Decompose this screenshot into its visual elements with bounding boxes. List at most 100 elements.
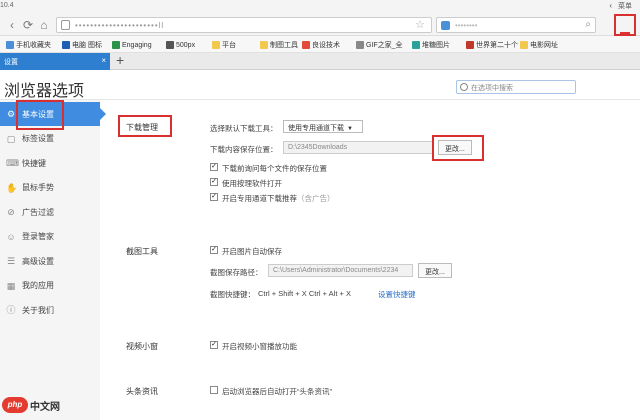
advanced-icon: ☰ <box>6 256 16 266</box>
settings-page: 浏览器选项 在选项中搜索 ⚙ 基本设置 ▢ 标签设置 ⌨ 快捷键 ✋ 鼠标手势 ⊘ 广告过滤 ☺ 登录… <box>0 71 640 420</box>
screenshot-shortcut-label: 截图快捷键： <box>210 290 255 299</box>
screenshot-change-button[interactable]: 更改... <box>418 263 452 278</box>
news-auto-open-checkbox[interactable] <box>210 386 218 394</box>
section-title-screenshot: 截图工具 <box>126 247 158 256</box>
bookmark-item[interactable]: 电脑 图标 <box>62 39 102 51</box>
new-tab-button[interactable]: + <box>116 52 124 68</box>
filter-icon: ⊘ <box>7 207 15 217</box>
highlight-menu-box <box>614 14 636 36</box>
bookmark-label: GIF之家_全 <box>366 42 403 49</box>
search-box[interactable]: •••••••• ⌕ <box>436 17 596 33</box>
sidebar-item[interactable]: ⓘ 关于我们 <box>0 298 100 322</box>
section-title-video: 视频小窗 <box>126 342 158 351</box>
back-icon[interactable]: ‹ <box>4 17 20 33</box>
bookmark-icon <box>112 41 120 49</box>
download-tool-label: 选择默认下载工具： <box>210 124 278 133</box>
menu-label[interactable]: 菜单 <box>618 1 632 11</box>
sidebar-item-label: 关于我们 <box>22 305 54 315</box>
bookmark-item[interactable]: Engaging <box>112 39 152 51</box>
sidebar-item[interactable]: ☺ 登录管家 <box>0 225 100 249</box>
bookmark-icon <box>6 41 14 49</box>
highlight-download-section <box>118 115 172 137</box>
login-icon: ☺ <box>6 231 16 242</box>
sidebar-item[interactable]: ▦ 我的应用 <box>0 274 100 298</box>
address-bar[interactable]: ••••••••••••••••••••••ll ☆ <box>56 17 432 33</box>
bookmark-icon <box>356 41 364 49</box>
option-ask-location-label: 下载前询问每个文件的保存位置 <box>222 164 327 173</box>
bookmark-label: 制图工具 <box>270 42 298 49</box>
screenshot-path-label: 截图保存路径： <box>210 268 263 277</box>
sidebar-item-label: 鼠标手势 <box>22 183 54 192</box>
bookmark-item[interactable]: 制图工具 <box>260 39 298 51</box>
bookmark-label: 电影网址 <box>530 42 558 49</box>
search-text: •••••••• <box>455 21 478 30</box>
sidebar-item-label: 高级设置 <box>22 256 54 266</box>
download-location-field[interactable]: D:\2345Downloads <box>283 141 433 154</box>
bookmark-label: Engaging <box>122 41 152 49</box>
search-icon[interactable]: ⌕ <box>585 19 591 30</box>
screenshot-autosave-label: 开启图片自动保存 <box>222 247 282 256</box>
bookmark-label: 良设技术 <box>312 42 340 49</box>
apps-icon: ▦ <box>6 280 16 291</box>
tab-icon: ▢ <box>6 133 16 144</box>
bookmark-item[interactable]: 手机收藏夹 <box>6 39 51 51</box>
home-icon[interactable]: ⌂ <box>36 17 52 33</box>
gear-icon: ⚙ <box>6 109 16 119</box>
section-title-news: 头条资讯 <box>126 387 158 396</box>
tab-label: 设置 <box>4 59 18 66</box>
bookmark-label: 世界第二十个 <box>476 42 518 49</box>
video-window-label: 开启视频小窗播放功能 <box>222 342 297 351</box>
dropdown-arrow-icon: ▼ <box>347 126 353 132</box>
sidebar-item[interactable]: ☰ 高级设置 <box>0 249 100 273</box>
options-search-placeholder: 在选项中搜索 <box>471 85 513 92</box>
bookmark-item[interactable]: 平台 <box>212 39 236 51</box>
bookmark-item[interactable]: 世界第二十个 <box>466 39 518 51</box>
bookmark-label: 500px <box>176 41 196 49</box>
sidebar-item-label: 广告过滤 <box>22 207 54 217</box>
video-window-checkbox[interactable]: ✓ <box>210 341 218 349</box>
bookmark-icon <box>212 41 220 49</box>
refresh-icon[interactable]: ⟳ <box>20 17 36 33</box>
keyboard-icon: ⌨ <box>6 158 19 168</box>
bookmark-label: 手机收藏夹 <box>16 42 51 49</box>
watermark-text: 中文网 <box>30 401 60 413</box>
star-icon[interactable]: ☆ <box>415 18 425 31</box>
highlight-change-button <box>432 135 484 161</box>
ad-hint: （含广告） <box>297 194 335 203</box>
bookmark-icon <box>260 41 268 49</box>
mouse-icon: ✋ <box>6 182 18 193</box>
option-channel-recommend-checkbox[interactable]: ✓ <box>210 193 218 201</box>
news-auto-open-label: 启动浏览器后自动打开“头条资讯” <box>222 387 332 396</box>
bookmark-label: 堆糖图片 <box>422 42 450 49</box>
sidebar-item[interactable]: ✋ 鼠标手势 <box>0 176 100 200</box>
window-titlebar: 10.4 ‹ 菜单 <box>0 0 640 14</box>
search-icon <box>460 83 468 91</box>
shortcut-settings-link[interactable]: 设置快捷键 <box>378 289 416 300</box>
tab-settings[interactable]: 设置 × <box>0 53 110 70</box>
bookmark-icon <box>62 41 70 49</box>
sidebar-item[interactable]: ▢ 标签设置 <box>0 127 100 151</box>
sidebar-item[interactable]: ⌨ 快捷键 <box>0 151 100 175</box>
screenshot-path-field[interactable]: C:\Users\Administrator\Documents\2234 <box>268 264 413 277</box>
bookmark-item[interactable]: 电影网址 <box>520 39 558 51</box>
bookmark-item[interactable]: 堆糖图片 <box>412 39 450 51</box>
window-controls: ‹ 菜单 <box>609 1 632 11</box>
bookmark-item[interactable]: 良设技术 <box>302 39 340 51</box>
search-engine-icon[interactable] <box>441 21 450 30</box>
option-open-with-checkbox[interactable]: ✓ <box>210 178 218 186</box>
sidebar-item[interactable]: ⊘ 广告过滤 <box>0 200 100 224</box>
option-channel-recommend-label: 开启专用通道下载推荐（含广告） <box>222 193 335 204</box>
bookmark-label: 电脑 图标 <box>72 42 102 49</box>
option-ask-location-checkbox[interactable]: ✓ <box>210 163 218 171</box>
screenshot-autosave-checkbox[interactable]: ✓ <box>210 246 218 254</box>
bookmark-item[interactable]: GIF之家_全 <box>356 39 403 51</box>
close-icon[interactable]: × <box>101 56 106 65</box>
download-tool-select[interactable]: 使用专用通道下载 ▼ <box>283 120 363 133</box>
sidebar: ⚙ 基本设置 ▢ 标签设置 ⌨ 快捷键 ✋ 鼠标手势 ⊘ 广告过滤 ☺ 登录管家 ☰ 高级设置 ▦ 我的应用 ⓘ… <box>0 100 106 420</box>
download-tool-value: 使用专用通道下载 <box>288 125 344 132</box>
bookmark-icon <box>302 41 310 49</box>
options-search-input[interactable]: 在选项中搜索 <box>456 80 576 94</box>
back-small-icon[interactable]: ‹ <box>609 1 612 11</box>
sidebar-item-label: 我的应用 <box>22 281 54 290</box>
bookmark-item[interactable]: 500px <box>166 39 195 51</box>
